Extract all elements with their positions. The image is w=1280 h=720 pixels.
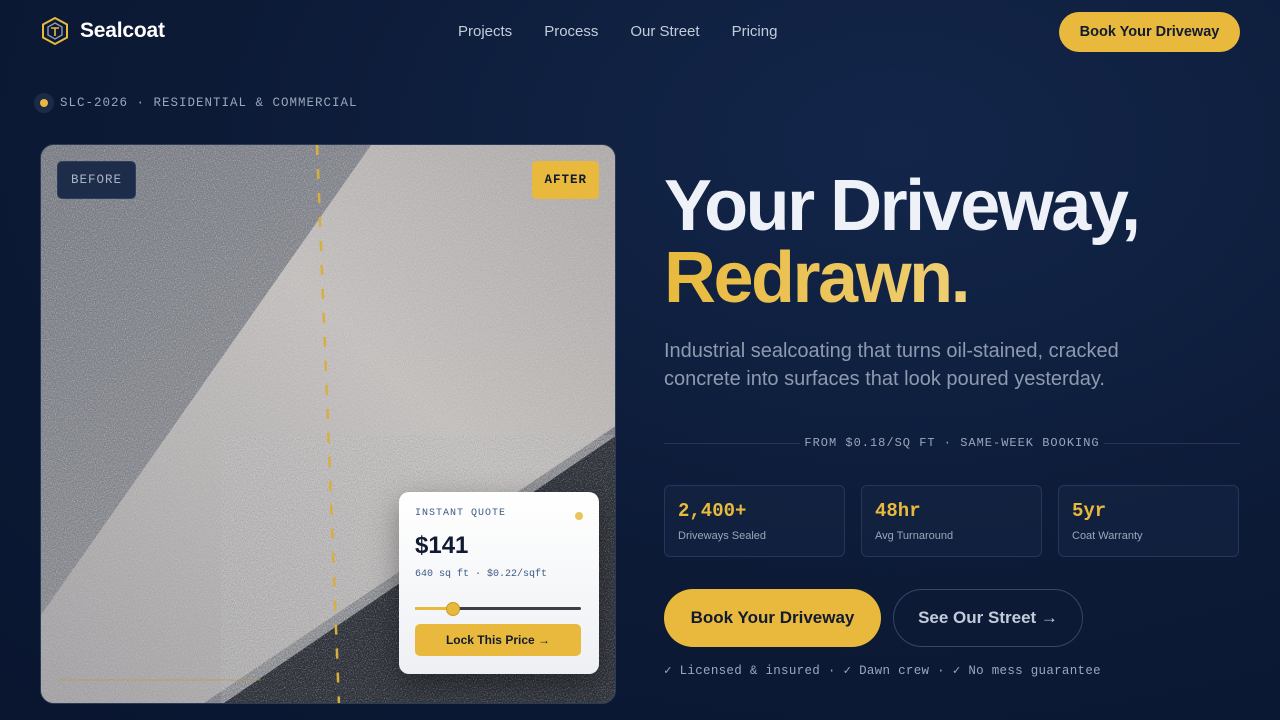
see-our-street-button[interactable]: See Our Street → [893, 589, 1083, 647]
slider-thumb[interactable] [446, 602, 460, 616]
hexagon-shield-icon [42, 17, 68, 45]
quote-price: $141 [415, 532, 469, 559]
hero-title-line2: Redrawn. [664, 242, 1139, 314]
nav-links: Projects Process Our Street Pricing [458, 23, 777, 40]
status-dot-icon [34, 93, 54, 113]
lock-price-button[interactable]: Lock This Price → [415, 624, 581, 656]
stat-value: 5yr [1072, 500, 1107, 522]
instant-quote-card: INSTANT QUOTE $141 640 sq ft · $0.22/sqf… [399, 492, 599, 674]
stat-label: Driveways Sealed [678, 530, 767, 542]
indicator-dot-icon [575, 512, 583, 520]
brand-logo[interactable]: Sealcoat [42, 17, 165, 45]
hero-title-line1: Your Driveway, [664, 166, 1141, 246]
pricing-note: FROM $0.18/SQ FT · SAME-WEEK BOOKING [804, 436, 1100, 450]
area-slider[interactable] [415, 602, 583, 616]
quote-detail: 640 sq ft · $0.22/sqft [415, 569, 548, 580]
location-tagline: SLC-2026 · RESIDENTIAL & COMMERCIAL [34, 93, 358, 113]
hero-subtitle: Industrial sealcoating that turns oil-st… [664, 340, 1119, 390]
assurance-list: ✓ Licensed & insured · ✓ Dawn crew · ✓ N… [664, 664, 1101, 678]
tagline-text: SLC-2026 · RESIDENTIAL & COMMERCIAL [60, 96, 358, 110]
nav-link-process[interactable]: Process [544, 23, 598, 40]
stat-card: 5yr Coat Warranty [1058, 485, 1239, 557]
stat-value: 2,400+ [678, 500, 747, 522]
hero-title: Your Driveway, Redrawn. [664, 166, 1141, 314]
stat-card: 2,400+ Driveways Sealed [664, 485, 845, 557]
book-driveway-button[interactable]: Book Your Driveway [664, 589, 881, 647]
nav-link-our-street[interactable]: Our Street [630, 23, 699, 40]
after-badge: AFTER [532, 161, 599, 199]
stat-card: 48hr Avg Turnaround [861, 485, 1042, 557]
top-nav: Sealcoat Projects Process Our Street Pri… [0, 0, 1280, 64]
book-driveway-nav-button[interactable]: Book Your Driveway [1059, 12, 1240, 52]
stat-label: Coat Warranty [1072, 530, 1143, 542]
stat-value: 48hr [875, 500, 921, 522]
before-after-photo[interactable]: BEFORE AFTER INSTANT QUOTE $141 640 sq f… [40, 144, 616, 704]
quote-label: INSTANT QUOTE [415, 508, 507, 519]
brand-name: Sealcoat [80, 19, 165, 42]
before-badge: BEFORE [57, 161, 137, 199]
nav-link-projects[interactable]: Projects [458, 23, 512, 40]
nav-link-pricing[interactable]: Pricing [732, 23, 778, 40]
stats-row: 2,400+ Driveways Sealed 48hr Avg Turnaro… [664, 485, 1239, 557]
stat-label: Avg Turnaround [875, 530, 954, 542]
